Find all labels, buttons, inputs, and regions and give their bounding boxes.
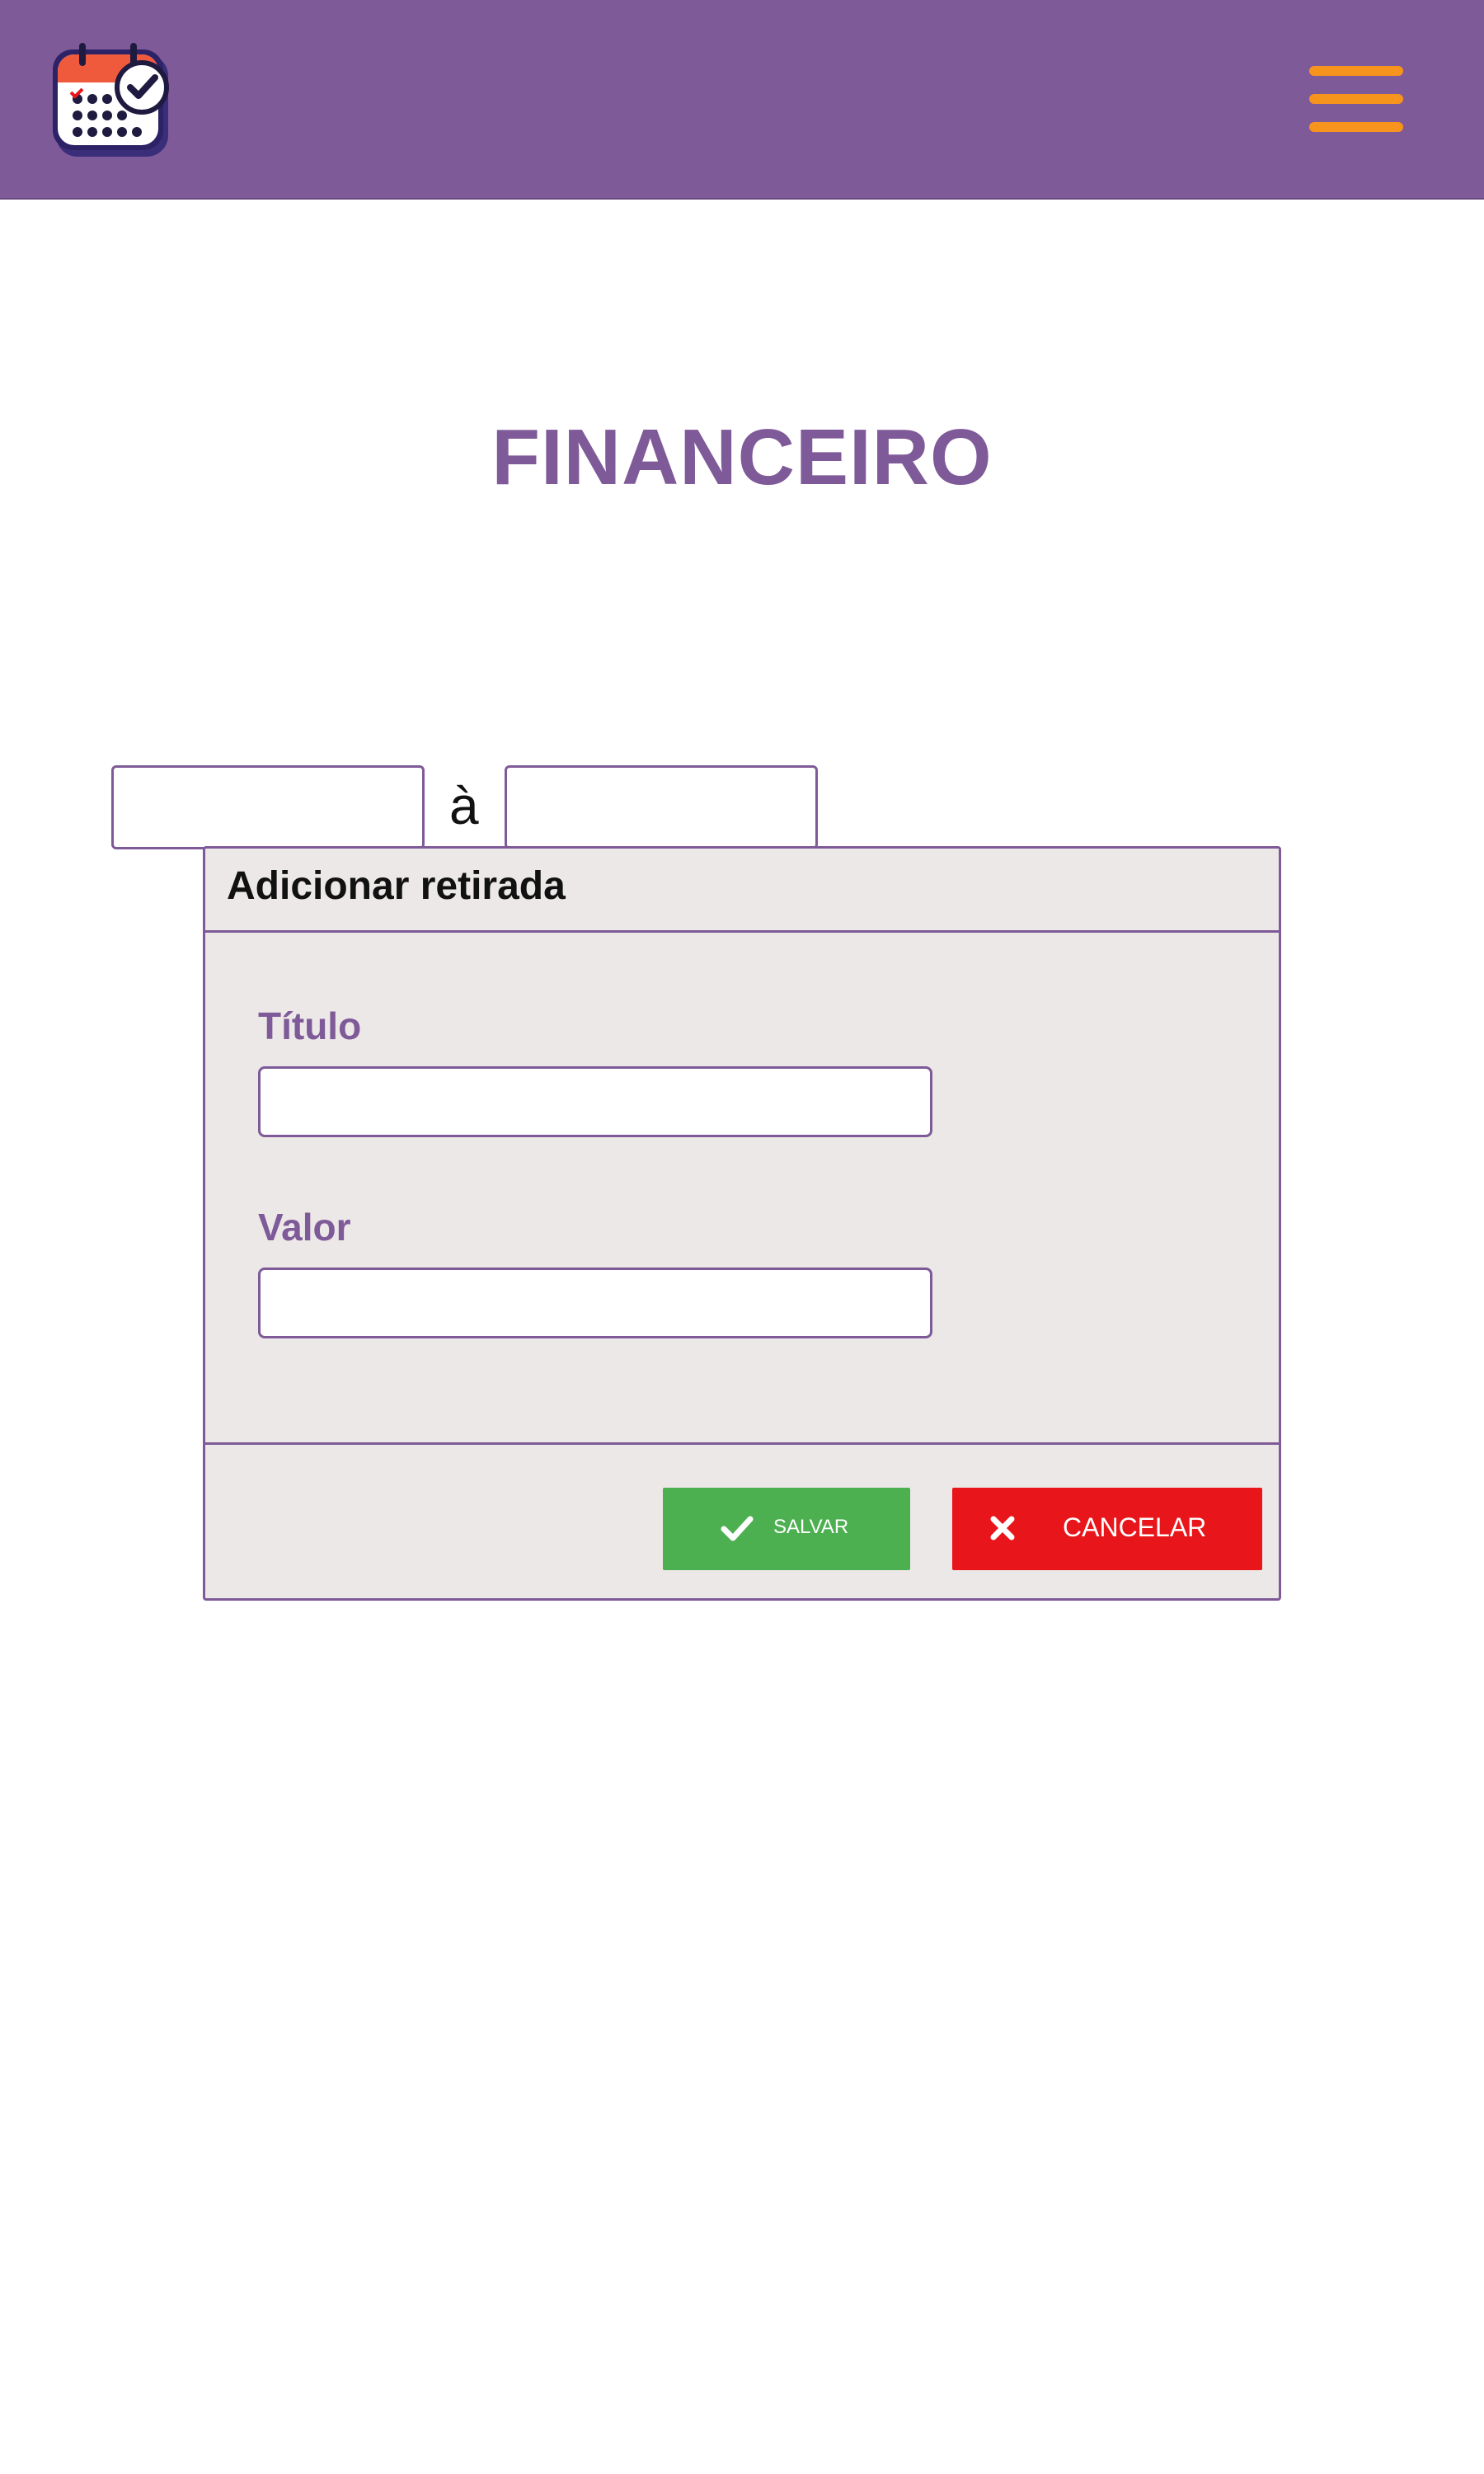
cancel-button[interactable]: CANCELAR xyxy=(952,1488,1262,1570)
calendar-check-icon[interactable] xyxy=(49,38,175,160)
date-from-input[interactable] xyxy=(111,765,425,849)
save-button[interactable]: SALVAR xyxy=(663,1488,910,1570)
modal-title: Adicionar retirada xyxy=(227,864,566,908)
cancel-button-label: CANCELAR xyxy=(1063,1512,1207,1542)
menu-bar xyxy=(1309,122,1403,132)
menu-bar xyxy=(1309,66,1403,76)
date-to-input[interactable] xyxy=(505,765,818,849)
app-header xyxy=(0,0,1484,200)
date-range-separator: à xyxy=(449,776,479,835)
save-button-label: SALVAR xyxy=(773,1516,849,1538)
add-withdrawal-modal: Adicionar retirada Título Valor SALVAR C… xyxy=(203,846,1281,1601)
value-input[interactable] xyxy=(258,1268,932,1338)
title-input[interactable] xyxy=(258,1066,932,1137)
check-icon xyxy=(721,1514,754,1544)
title-field-label: Título xyxy=(258,1004,362,1047)
hamburger-menu-icon[interactable] xyxy=(1308,59,1405,139)
modal-footer: SALVAR CANCELAR xyxy=(205,1442,1279,1601)
menu-bar xyxy=(1309,94,1403,104)
page-title: FINANCEIRO xyxy=(491,413,993,501)
close-icon xyxy=(989,1514,1017,1542)
modal-header: Adicionar retirada xyxy=(205,849,1279,933)
value-field-label: Valor xyxy=(258,1206,351,1249)
